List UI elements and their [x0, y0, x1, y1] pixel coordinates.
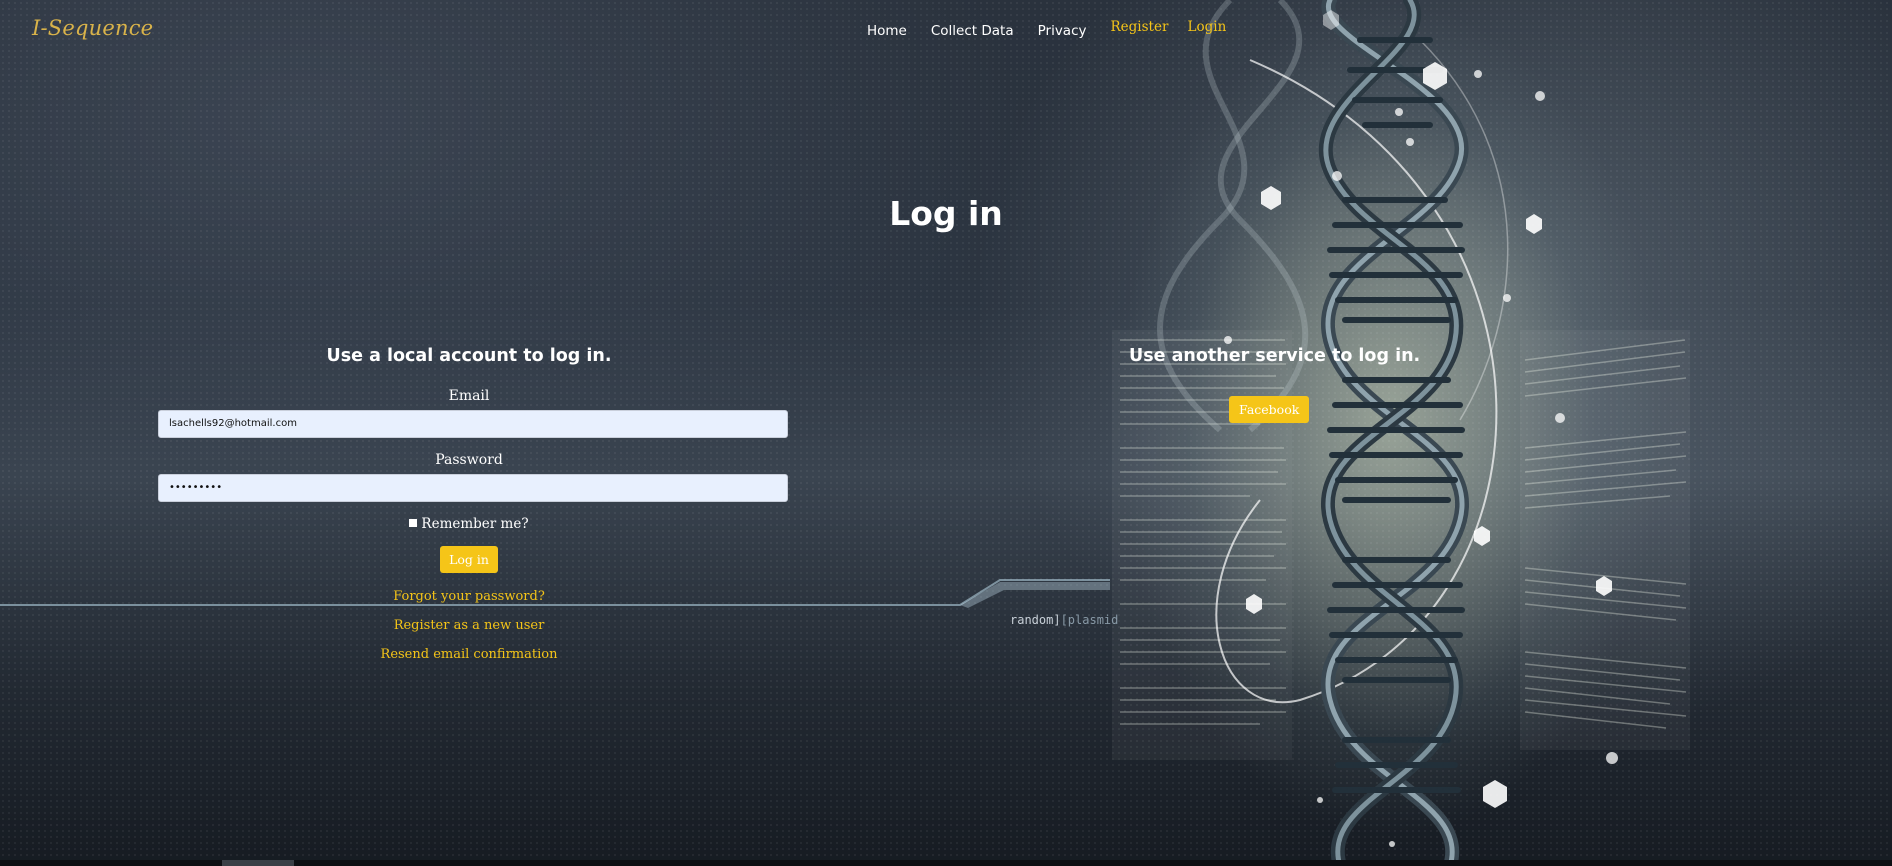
nav-register[interactable]: Register [1111, 19, 1169, 35]
remember-me-checkbox[interactable] [409, 519, 418, 527]
account-help-links: Forgot your password? Register as a new … [158, 589, 780, 662]
password-field[interactable]: ••••••••• [158, 474, 788, 502]
background-caption-b: [plasmid [1060, 613, 1119, 627]
nav-login[interactable]: Login [1188, 19, 1227, 35]
bottom-bar [0, 860, 1892, 866]
account-links: Register Login [1111, 16, 1241, 35]
page-title: Log in [889, 194, 1003, 233]
nav-privacy[interactable]: Privacy [1038, 23, 1087, 39]
local-login-heading: Use a local account to log in. [326, 346, 612, 366]
external-login-heading: Use another service to log in. [1129, 346, 1421, 366]
nav-collect-data[interactable]: Collect Data [931, 23, 1014, 39]
register-new-user-link[interactable]: Register as a new user [158, 618, 780, 633]
top-nav: Home Collect Data Privacy Register Login [867, 19, 1240, 39]
brand-logo[interactable]: I-Sequence [32, 16, 153, 40]
login-button[interactable]: Log in [440, 546, 498, 573]
external-login-section: Use another service to log in. Facebook [1129, 346, 1421, 423]
facebook-login-button[interactable]: Facebook [1229, 396, 1310, 423]
background-caption: random][plasmid [1010, 613, 1118, 627]
email-field[interactable]: lsachells92@hotmail.com [158, 410, 788, 438]
nav-home[interactable]: Home [867, 23, 907, 39]
scrollbar-thumb[interactable] [222, 860, 294, 866]
remember-me[interactable]: Remember me? [158, 516, 780, 532]
forgot-password-link[interactable]: Forgot your password? [158, 589, 780, 604]
login-page: I-Sequence Home Collect Data Privacy Reg… [0, 0, 1892, 866]
resend-confirmation-link[interactable]: Resend email confirmation [158, 647, 780, 662]
local-login-section: Use a local account to log in. Email lsa… [158, 346, 788, 662]
remember-me-label: Remember me? [421, 516, 529, 532]
email-label: Email [448, 388, 490, 404]
password-label: Password [435, 452, 503, 468]
background-caption-a: random] [1010, 613, 1061, 627]
